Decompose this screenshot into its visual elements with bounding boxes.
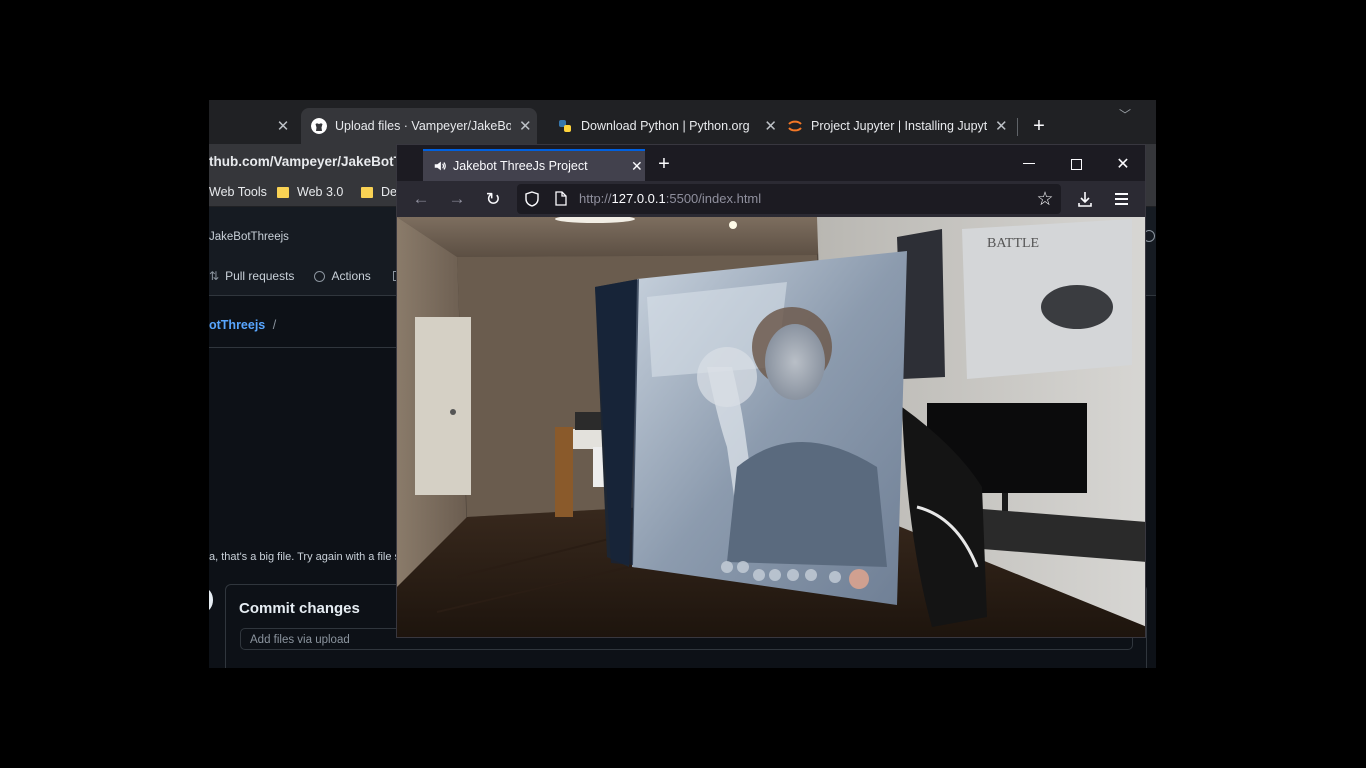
forward-arrow-icon[interactable]: → — [447, 189, 467, 209]
tab-title: Download Python | Python.org — [581, 119, 750, 133]
pull-request-icon: ⇅ — [209, 269, 220, 283]
bookmark-web3[interactable]: Web 3.0 — [277, 185, 343, 199]
commit-placeholder: Add files via upload — [250, 634, 350, 646]
page-icon[interactable] — [555, 191, 567, 206]
tab-python[interactable]: Download Python | Python.org ✕ — [547, 108, 777, 144]
new-tab-icon[interactable]: + — [1029, 115, 1049, 137]
reload-icon[interactable]: ↻ — [483, 189, 503, 209]
svg-text:BATTLE: BATTLE — [987, 236, 1039, 251]
breadcrumb: otThreejs / — [209, 318, 276, 332]
room-scene: BATTLE — [397, 217, 1145, 637]
close-tab-icon[interactable]: ✕ — [631, 158, 643, 175]
nav-actions[interactable]: Actions — [331, 269, 370, 283]
tab-github-upload[interactable]: Upload files · Vampeyer/JakeBotT ✕ — [301, 108, 537, 144]
tab-title: Jakebot ThreeJs Project — [453, 159, 588, 173]
jupyter-icon — [788, 120, 802, 132]
tab-jupyter[interactable]: Project Jupyter | Installing Jupyte ✕ — [777, 108, 1017, 144]
download-icon[interactable] — [1077, 191, 1093, 208]
chrome-tab-bar: ✕ Upload files · Vampeyer/JakeBotT ✕ Dow… — [209, 100, 1156, 144]
bookmark-web-tools[interactable]: Web Tools — [209, 185, 267, 199]
threejs-canvas[interactable]: BATTLE — [397, 217, 1145, 637]
url-prefix: http:// — [579, 191, 612, 206]
close-tab-icon[interactable]: ✕ — [995, 117, 1008, 135]
close-tab-icon[interactable]: ✕ — [764, 117, 777, 135]
breadcrumb-repo-link[interactable]: otThreejs — [209, 318, 265, 332]
bookmark-label: Web Tools — [209, 185, 267, 199]
folder-icon — [277, 186, 289, 198]
back-arrow-icon[interactable]: ← — [411, 189, 431, 209]
github-icon — [311, 118, 327, 134]
divider — [209, 347, 399, 348]
tab-divider — [1017, 118, 1018, 136]
python-icon — [559, 120, 571, 132]
actions-icon — [314, 270, 326, 282]
bookmark-de[interactable]: De — [361, 185, 397, 199]
bookmark-star-icon[interactable]: ☆ — [1035, 188, 1055, 210]
breadcrumb-separator: / — [272, 318, 277, 332]
firefox-window: Jakebot ThreeJs Project ✕ + ✕ ← → ↻ http… — [396, 144, 1146, 638]
tab-title: Upload files · Vampeyer/JakeBotT — [335, 119, 511, 133]
url-text: http://127.0.0.1:5500/index.html — [579, 191, 761, 206]
speaker-icon[interactable] — [433, 159, 447, 173]
maximize-icon[interactable] — [1071, 159, 1082, 170]
menu-icon[interactable] — [1115, 192, 1128, 205]
minimize-icon[interactable] — [1023, 163, 1035, 164]
close-window-icon[interactable]: ✕ — [1113, 153, 1133, 175]
bookmark-label: De — [381, 185, 397, 199]
repo-nav: ⇅ Pull requests Actions — [209, 269, 404, 283]
firefox-navigation-bar: ← → ↻ http://127.0.0.1:5500/index.html ☆ — [397, 181, 1145, 217]
tab-title: Project Jupyter | Installing Jupyte — [811, 119, 987, 133]
commit-title: Commit changes — [239, 600, 360, 617]
folder-icon — [361, 186, 373, 198]
url-text: thub.com/Vampeyer/JakeBotThr — [209, 154, 416, 169]
close-tab-icon[interactable]: ✕ — [275, 116, 291, 136]
repo-name[interactable]: JakeBotThreejs — [209, 231, 289, 243]
new-tab-icon[interactable]: + — [653, 153, 675, 175]
url-path: :5500/index.html — [665, 191, 762, 206]
url-host: 127.0.0.1 — [611, 191, 666, 206]
bookmark-label: Web 3.0 — [297, 185, 344, 199]
error-message: a, that's a big file. Try again with a f… — [209, 551, 401, 563]
close-tab-icon[interactable]: ✕ — [519, 117, 532, 135]
tab-jakebot[interactable]: Jakebot ThreeJs Project ✕ — [423, 149, 645, 181]
shield-icon[interactable] — [525, 191, 539, 207]
url-bar[interactable]: http://127.0.0.1:5500/index.html ☆ — [517, 184, 1061, 214]
nav-pull-requests[interactable]: Pull requests — [225, 269, 294, 283]
firefox-tab-bar: Jakebot ThreeJs Project ✕ + ✕ — [397, 145, 1145, 181]
tab-search-chevron-icon[interactable]: ﹀ — [1115, 106, 1135, 122]
